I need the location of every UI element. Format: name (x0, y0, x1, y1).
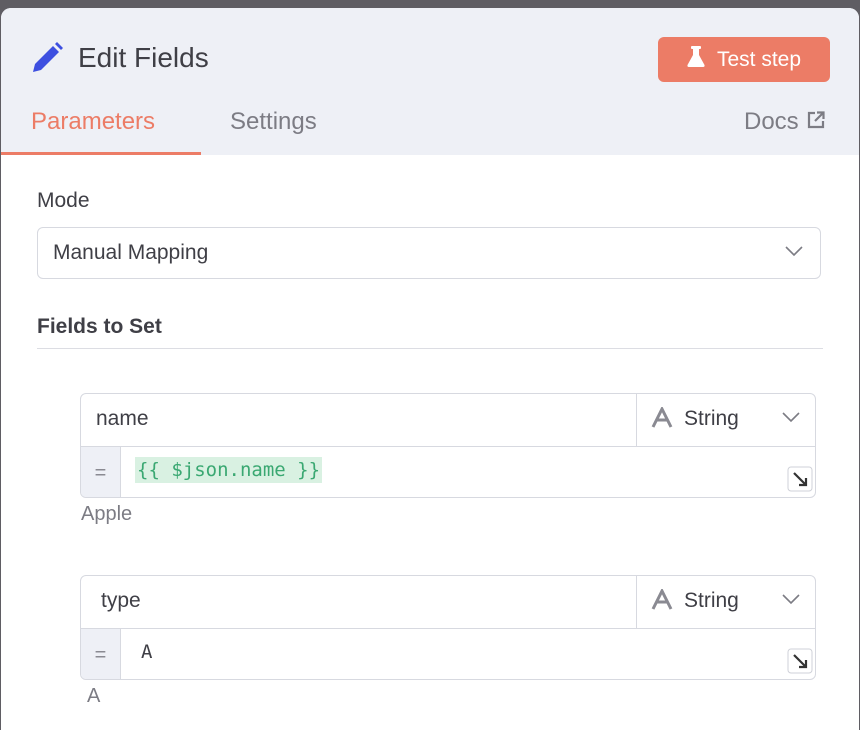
assignment-equals-sign: = (81, 447, 121, 497)
node-panel: Edit Fields Test step Parameters Setting… (1, 8, 859, 730)
field-preview: A (87, 685, 101, 707)
field-name-input[interactable]: name (81, 394, 637, 446)
expand-icon[interactable] (787, 466, 813, 497)
flask-icon (687, 45, 705, 74)
field-type-select[interactable]: String (637, 576, 815, 628)
mode-label: Mode (37, 189, 90, 212)
field-value-input[interactable]: {{ $json.name }} (121, 447, 815, 497)
pencil-icon (29, 40, 65, 76)
field-assignment: name String = {{ $json.name }} (80, 393, 816, 498)
field-preview: Apple (81, 503, 133, 525)
chevron-down-icon (784, 244, 804, 263)
fields-to-set-title: Fields to Set (37, 315, 162, 338)
mode-value: Manual Mapping (53, 241, 209, 264)
docs-label: Docs (744, 108, 799, 135)
field-value-input[interactable]: A (121, 629, 815, 679)
field-type-value: String (684, 407, 739, 430)
external-link-icon (807, 108, 825, 136)
test-step-label: Test step (716, 47, 802, 71)
active-tab-indicator (1, 152, 201, 155)
field-name-value: type (101, 589, 141, 612)
field-type-value: String (684, 589, 739, 612)
field-name-input[interactable]: type (81, 576, 637, 628)
string-type-icon (651, 587, 673, 616)
node-title: Edit Fields (78, 42, 209, 73)
section-divider (37, 348, 823, 349)
fixed-value: A (141, 641, 153, 663)
string-type-icon (651, 405, 673, 434)
panel-header: Edit Fields Test step Parameters Setting… (1, 8, 859, 155)
chevron-down-icon (781, 410, 801, 429)
expression-value: {{ $json.name }} (135, 457, 323, 483)
docs-link[interactable]: Docs (744, 108, 825, 136)
field-name-value: name (96, 407, 149, 430)
tab-parameters[interactable]: Parameters (31, 108, 155, 136)
field-assignment: type String = A (80, 575, 816, 680)
mode-select[interactable]: Manual Mapping (37, 227, 821, 279)
chevron-down-icon (781, 592, 801, 611)
field-type-select[interactable]: String (637, 394, 815, 446)
tab-settings[interactable]: Settings (230, 108, 317, 136)
test-step-button[interactable]: Test step (658, 37, 830, 82)
assignment-equals-sign: = (81, 629, 121, 679)
expand-icon[interactable] (787, 648, 813, 679)
